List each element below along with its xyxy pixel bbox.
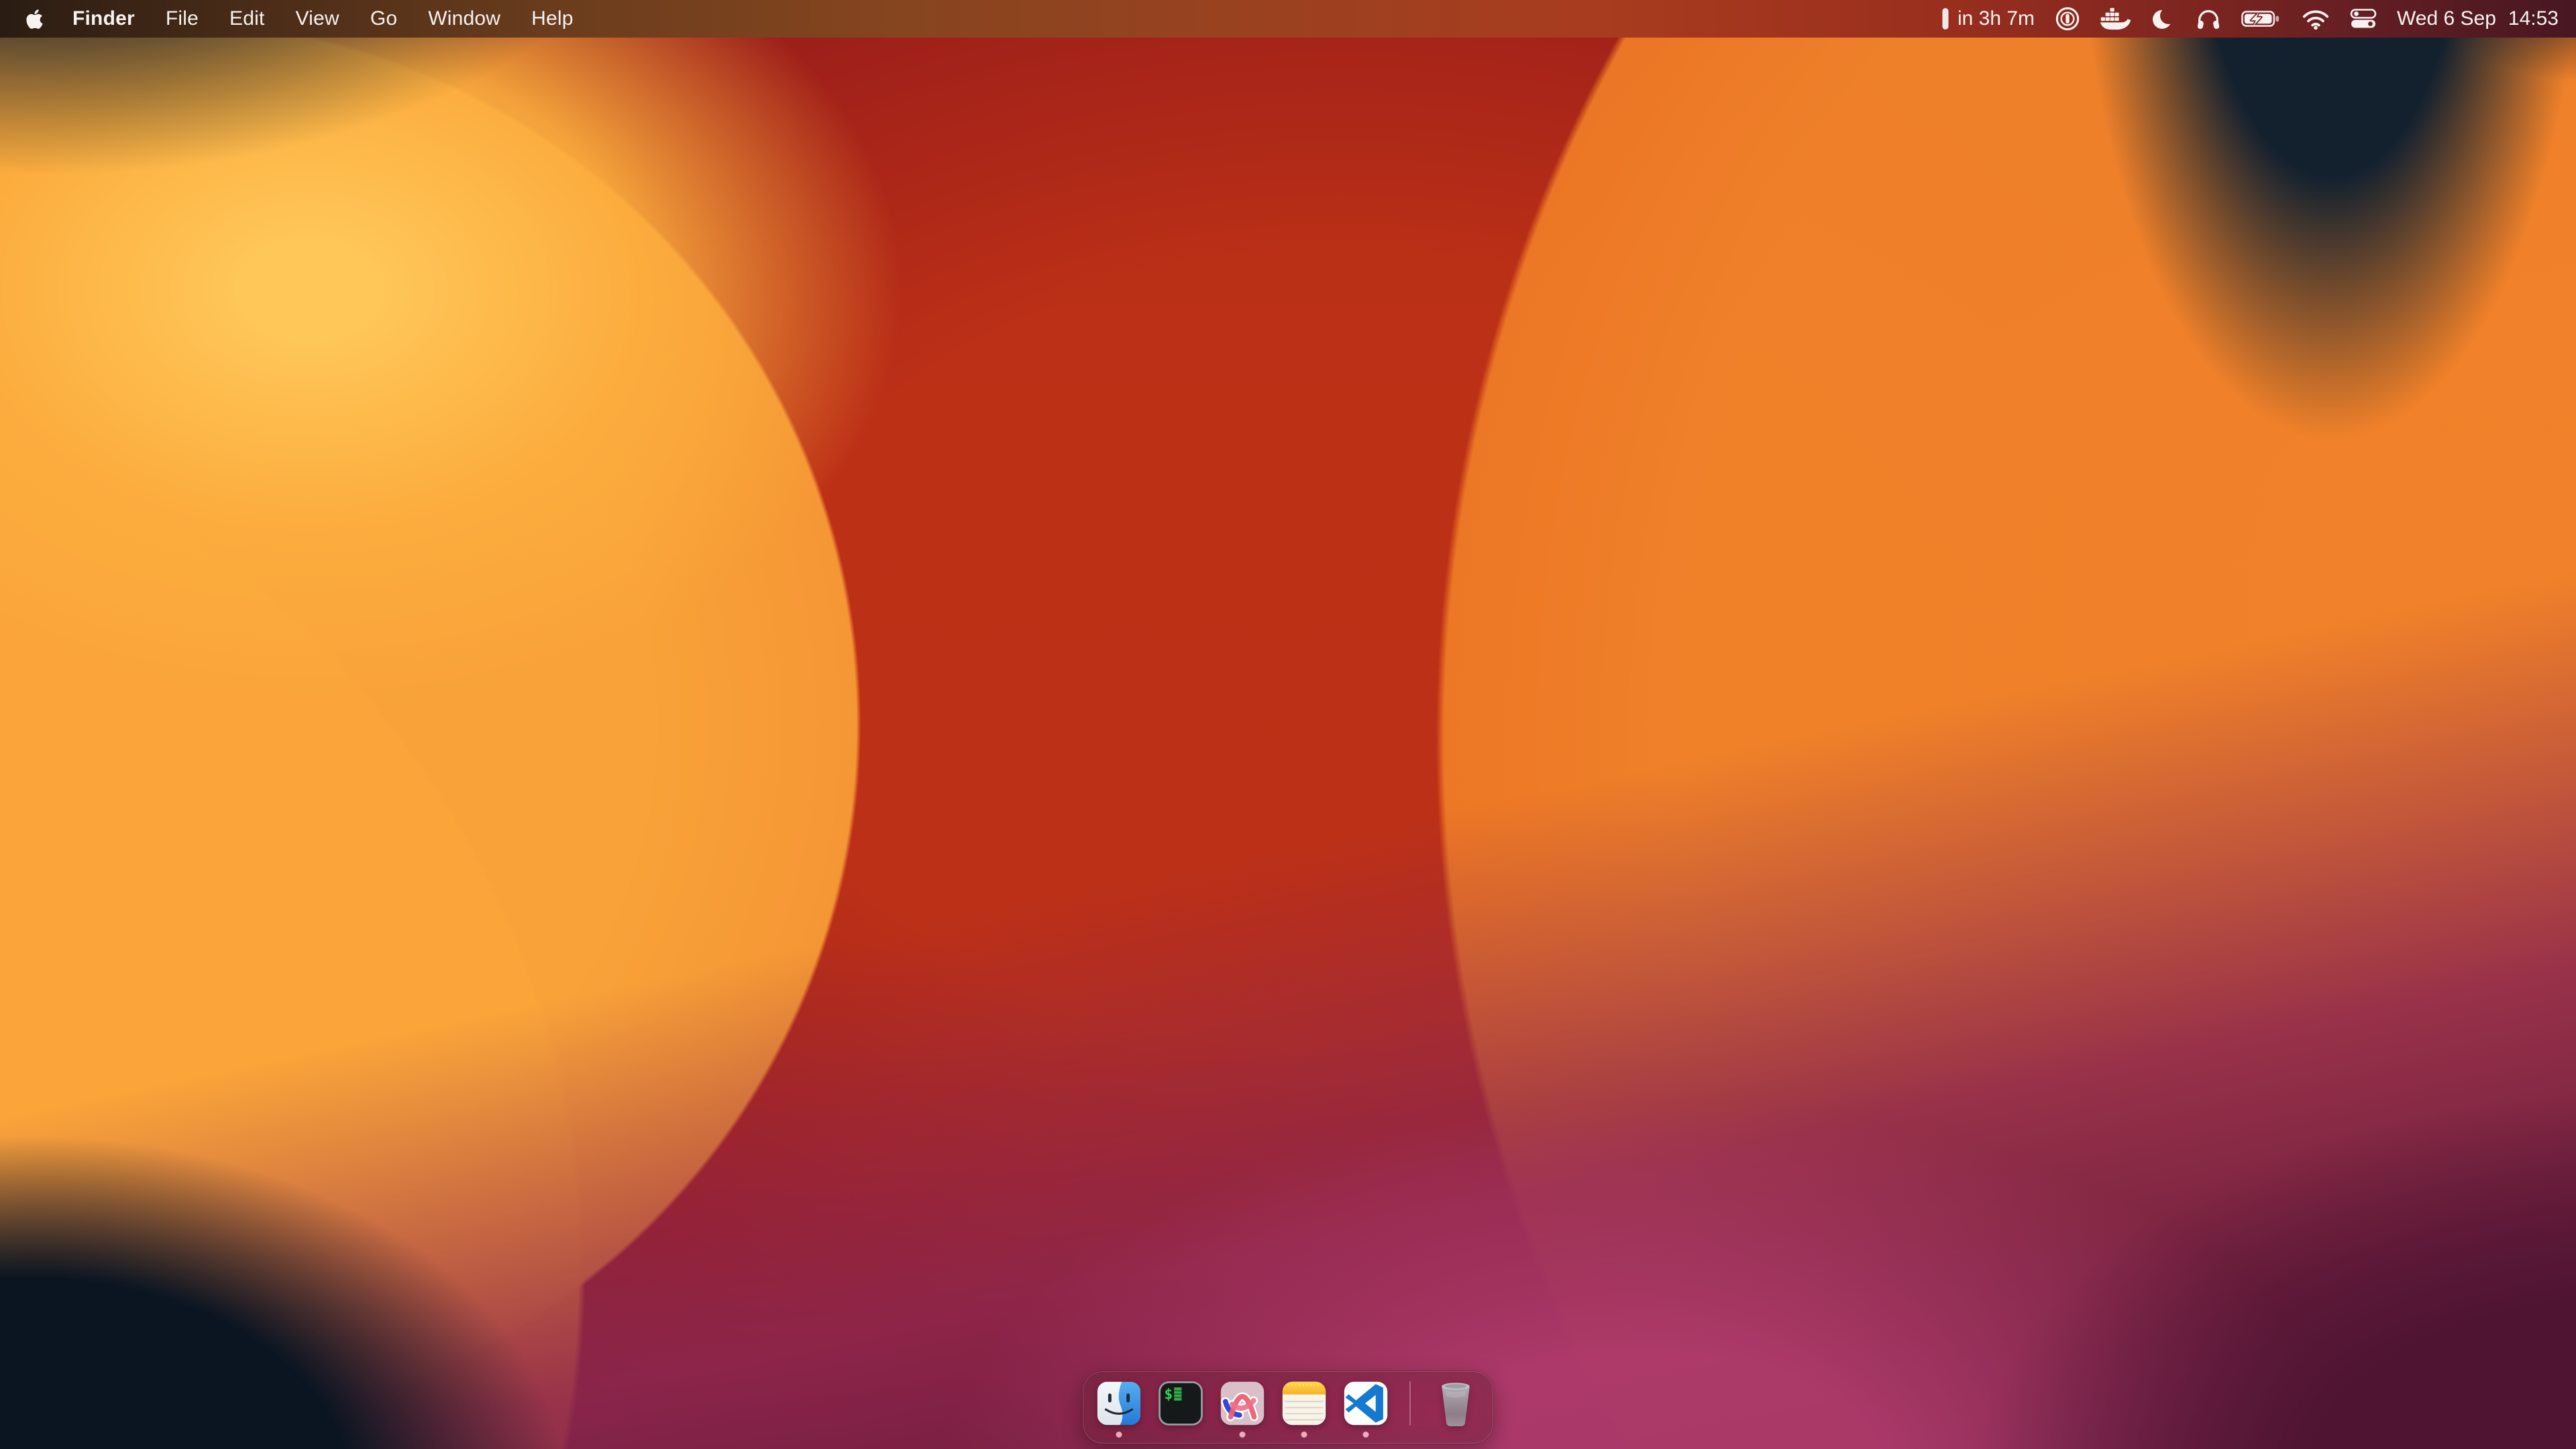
menu-help[interactable]: Help [516,0,589,38]
menu-bar-left: Finder File Edit View Go Window Help [0,0,589,38]
menu-edit[interactable]: Edit [214,0,280,38]
battery-charging-icon [2241,9,2282,29]
timer-label: in 3h 7m [1957,7,2035,30]
status-battery[interactable] [2241,0,2282,38]
control-center-icon [2350,9,2377,29]
menu-bar-status-area: in 3h 7m [1941,0,2576,38]
running-indicator [1240,1432,1246,1438]
headphones-icon [2196,7,2221,31]
dock-app-arc[interactable] [1219,1380,1266,1427]
menu-bar: Finder File Edit View Go Window Help in … [0,0,2576,38]
wifi-icon [2302,7,2330,30]
macos-desktop: { "menu_bar": { "active_app": "Finder", … [0,0,2576,1449]
arc-browser-icon [1219,1380,1266,1427]
dock-app-notes[interactable] [1281,1380,1328,1427]
trash-icon [1431,1379,1481,1428]
status-1password[interactable] [2055,0,2080,38]
dock-separator [1409,1381,1411,1426]
desktop-wallpaper [0,0,2576,1449]
dock: $ [0,1371,2576,1444]
running-indicator [1363,1432,1369,1438]
1password-icon [2055,6,2080,32]
docker-whale-icon [2100,7,2131,31]
moon-icon [2151,7,2176,31]
status-audio[interactable] [2196,0,2221,38]
active-app-menu[interactable]: Finder [57,0,150,38]
menu-file[interactable]: File [150,0,214,38]
status-wifi[interactable] [2302,0,2330,38]
dock-app-finder[interactable] [1095,1380,1142,1427]
status-docker[interactable] [2100,0,2131,38]
clock-time: 14:53 [2508,7,2559,30]
terminal-icon: $ [1157,1380,1204,1427]
notes-icon [1281,1380,1328,1427]
menu-view[interactable]: View [280,0,355,38]
menu-go[interactable]: Go [355,0,413,38]
running-indicator [1116,1432,1122,1438]
finder-icon [1095,1380,1142,1427]
status-control-center[interactable] [2350,0,2377,38]
clock-date: Wed 6 Sep [2397,7,2496,30]
apple-logo-icon [25,8,44,30]
dock-app-vscode[interactable] [1342,1380,1389,1427]
svg-text:$: $ [1165,1387,1173,1403]
menu-bar-clock[interactable]: Wed 6 Sep 14:53 [2397,0,2559,38]
status-focus[interactable] [2151,0,2176,38]
dock-trash[interactable] [1431,1379,1481,1428]
dock-panel: $ [1083,1371,1493,1444]
timer-capsule-icon [1941,7,1949,31]
running-indicator [1301,1432,1307,1438]
status-timer[interactable]: in 3h 7m [1941,0,2035,38]
menu-window[interactable]: Window [413,0,516,38]
vscode-icon [1342,1380,1389,1427]
dock-app-terminal[interactable]: $ [1157,1380,1204,1427]
apple-menu[interactable] [13,0,57,38]
